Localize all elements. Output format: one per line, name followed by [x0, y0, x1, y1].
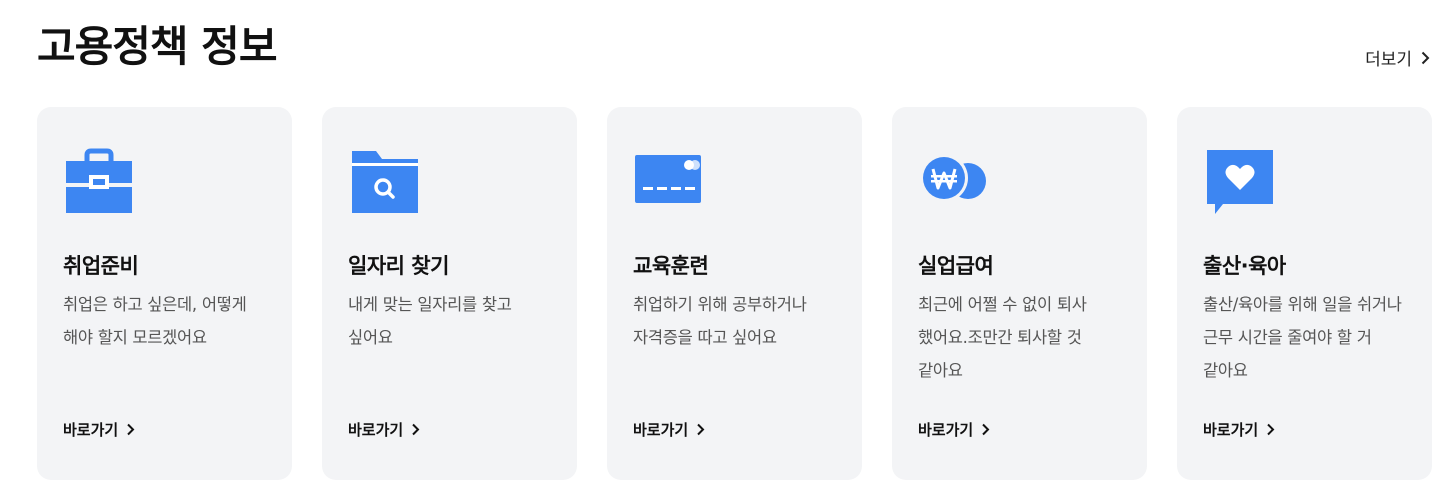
policy-card-list: 취업준비 취업은 하고 싶은데, 어떻게 해야 할지 모르겠어요 바로가기 일자… — [37, 107, 1432, 480]
policy-card-childbirth-parenting[interactable]: 출산·육아 출산/육아를 위해 일을 쉬거나 근무 시간을 줄여야 할 거 같아… — [1177, 107, 1432, 480]
go-link[interactable]: 바로가기 — [348, 419, 420, 440]
card-description: 취업하기 위해 공부하거나 자격증을 따고 싶어요 — [633, 295, 807, 347]
card-description: 최근에 어쩔 수 없이 퇴사 했어요.조만간 퇴사할 것 같아요 — [918, 295, 1087, 380]
more-link[interactable]: 더보기 — [1365, 45, 1430, 70]
go-link-label: 바로가기 — [633, 421, 689, 439]
chevron-right-icon — [411, 423, 420, 436]
chevron-right-icon — [1420, 51, 1430, 65]
credit-card-icon — [633, 145, 705, 217]
go-link[interactable]: 바로가기 — [918, 419, 990, 440]
go-link-label: 바로가기 — [63, 421, 119, 439]
card-title: 교육훈련 — [633, 254, 709, 278]
card-title: 취업준비 — [63, 254, 139, 278]
card-title: 실업급여 — [918, 254, 994, 278]
go-link[interactable]: 바로가기 — [1203, 419, 1275, 440]
card-description: 취업은 하고 싶은데, 어떻게 해야 할지 모르겠어요 — [63, 295, 247, 347]
card-title: 출산·육아 — [1203, 254, 1286, 278]
policy-card-education-training[interactable]: 교육훈련 취업하기 위해 공부하거나 자격증을 따고 싶어요 바로가기 — [607, 107, 862, 480]
policy-card-unemployment-benefit[interactable]: 실업급여 최근에 어쩔 수 없이 퇴사 했어요.조만간 퇴사할 것 같아요 바로… — [892, 107, 1147, 480]
chevron-right-icon — [696, 423, 705, 436]
chevron-right-icon — [1266, 423, 1275, 436]
card-description: 출산/육아를 위해 일을 쉬거나 근무 시간을 줄여야 할 거 같아요 — [1203, 295, 1402, 380]
go-link-label: 바로가기 — [1203, 421, 1259, 439]
won-coin-icon — [918, 145, 990, 217]
more-link-label: 더보기 — [1365, 50, 1412, 70]
policy-card-job-search[interactable]: 일자리 찾기 내게 맞는 일자리를 찾고 싶어요 바로가기 — [322, 107, 577, 480]
go-link[interactable]: 바로가기 — [633, 419, 705, 440]
chevron-right-icon — [126, 423, 135, 436]
go-link[interactable]: 바로가기 — [63, 419, 135, 440]
card-title: 일자리 찾기 — [348, 254, 449, 278]
policy-card-job-preparation[interactable]: 취업준비 취업은 하고 싶은데, 어떻게 해야 할지 모르겠어요 바로가기 — [37, 107, 292, 480]
chevron-right-icon — [981, 423, 990, 436]
heart-message-icon — [1203, 145, 1275, 217]
card-description: 내게 맞는 일자리를 찾고 싶어요 — [348, 295, 512, 347]
section-title: 고용정책 정보 — [37, 22, 277, 71]
briefcase-icon — [63, 145, 135, 217]
go-link-label: 바로가기 — [918, 421, 974, 439]
folder-search-icon — [348, 145, 420, 217]
go-link-label: 바로가기 — [348, 421, 404, 439]
